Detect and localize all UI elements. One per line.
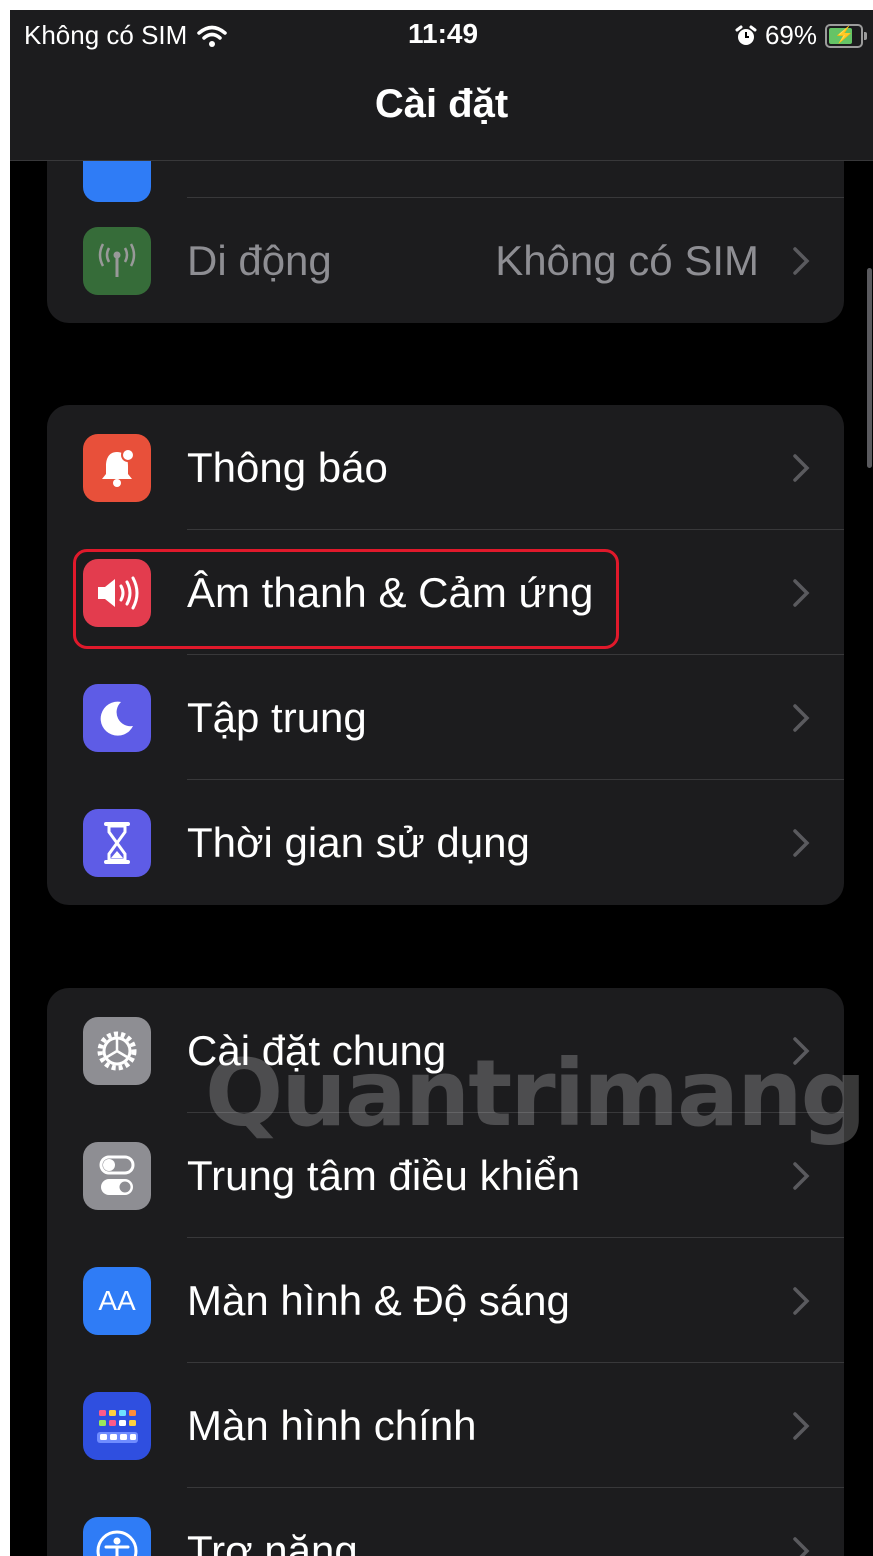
wifi-icon [197,25,228,47]
chevron-right-icon [793,828,810,857]
antenna-icon [83,226,151,295]
alarm-icon [735,25,757,45]
chevron-right-icon [793,1411,810,1440]
display-label: Màn hình & Độ sáng [187,1276,570,1324]
scrollbar[interactable] [867,268,872,468]
moon-icon [83,683,151,752]
text-size-glyph: AA [98,1284,136,1316]
hourglass-icon [83,808,151,877]
bell-icon [83,433,151,502]
cellular-value: Không có SIM [495,236,759,284]
battery-icon: ⚡ [825,23,867,48]
battery-percent: 69% [764,20,817,50]
status-right: 69% ⚡ [735,20,867,51]
chevron-right-icon [793,703,810,732]
home-grid-icon [83,1391,151,1460]
accessibility-label: Trợ năng [187,1526,358,1556]
focus-label: Tập trung [187,693,367,741]
settings-row-display[interactable]: AA Màn hình & Độ sáng [47,1238,844,1363]
settings-group-notifications: Thông báo Âm thanh & Cảm ứng Tập trung T… [47,405,844,905]
cellular-label: Di động [187,236,332,284]
text-size-icon: AA [83,1266,151,1335]
chevron-right-icon [793,453,810,482]
settings-row-home-screen[interactable]: Màn hình chính [47,1363,844,1488]
settings-row-notifications[interactable]: Thông báo [47,405,844,530]
screen-time-label: Thời gian sử dụng [187,818,530,866]
toggles-icon [83,1141,151,1210]
settings-row-accessibility[interactable]: Trợ năng [47,1488,844,1556]
gear-icon [83,1016,151,1085]
settings-row-cellular[interactable]: Di động Không có SIM [47,198,844,323]
navigation-bar: Không có SIM 11:49 69% ⚡ Cài đặt [10,10,873,161]
control-center-label: Trung tâm điều khiển [187,1151,580,1199]
carrier-label: Không có SIM [24,20,188,50]
screen: Không có SIM 11:49 69% ⚡ Cài đặt Di động… [10,10,873,1556]
accessibility-icon [83,1516,151,1556]
status-left: Không có SIM [24,20,228,51]
chevron-right-icon [793,246,810,275]
home-screen-label: Màn hình chính [187,1401,477,1449]
clock: 11:49 [408,18,479,49]
notifications-label: Thông báo [187,443,388,491]
settings-row-focus[interactable]: Tập trung [47,655,844,780]
highlight-annotation [73,549,619,649]
watermark: Quantrimang [205,1040,866,1147]
chevron-right-icon [793,578,810,607]
page-title: Cài đặt [374,82,509,126]
charging-bolt-icon: ⚡ [834,26,854,44]
chevron-right-icon [793,1536,810,1556]
settings-row-screen-time[interactable]: Thời gian sử dụng [47,780,844,905]
chevron-right-icon [793,1286,810,1315]
chevron-right-icon [793,1161,810,1190]
